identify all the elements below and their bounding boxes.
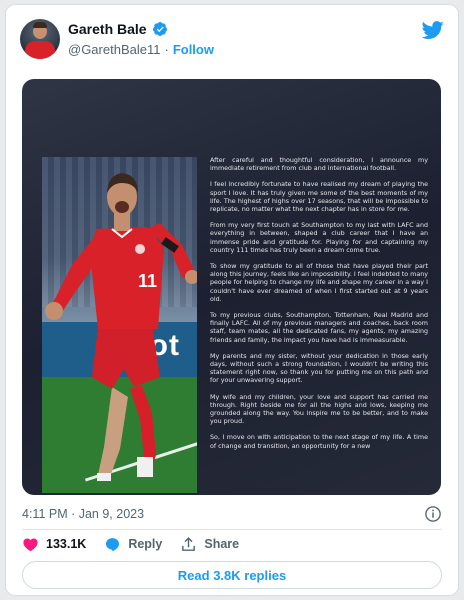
reply-label: Reply: [128, 537, 163, 551]
statement-paragraph: I feel incredibly fortunate to have real…: [210, 181, 428, 214]
follow-button[interactable]: Follow: [173, 42, 214, 57]
reply-icon: [106, 537, 120, 551]
avatar[interactable]: [20, 19, 60, 59]
author-name-row: Gareth Bale: [68, 21, 168, 37]
statement-paragraph: After careful and thoughtful considerati…: [210, 157, 428, 173]
statement-paragraph: From my very first touch at Southampton …: [210, 222, 428, 254]
tweet-media-image[interactable]: sot 11 After careful and thoughtful cons…: [22, 79, 441, 495]
statement-paragraph: So, I move on with anticipation to the n…: [210, 434, 428, 450]
action-bar: 133.1K Reply Share: [22, 533, 257, 555]
avatar-hair: [33, 22, 47, 28]
author-name[interactable]: Gareth Bale: [68, 21, 147, 37]
reply-button[interactable]: Reply: [104, 536, 162, 553]
info-icon[interactable]: [424, 505, 442, 523]
statement-paragraph: My parents and my sister, without your d…: [210, 352, 428, 385]
separator-dot: ·: [164, 42, 169, 57]
divider: [22, 529, 442, 530]
player-photo: sot 11: [42, 157, 197, 493]
like-button[interactable]: 133.1K: [22, 536, 86, 553]
read-replies-button[interactable]: Read 3.8K replies: [22, 561, 442, 589]
retirement-statement: After careful and thoughtful considerati…: [210, 157, 428, 459]
share-label: Share: [204, 537, 240, 551]
celebrating-player: 11: [45, 173, 197, 481]
avatar-shirt: [25, 41, 55, 59]
like-count: 133.1K: [46, 537, 87, 551]
share-icon: [182, 536, 196, 551]
twitter-bird-icon[interactable]: [422, 19, 444, 41]
verified-badge-icon: [152, 22, 167, 36]
jersey-number: 11: [138, 271, 157, 291]
author-handle[interactable]: @GarethBale11: [68, 42, 160, 57]
statement-paragraph: To my previous clubs, Southampton, Totte…: [210, 312, 428, 344]
tweet-meta: 4:11 PM · Jan 9, 2023: [22, 505, 442, 525]
tweet-card: Gareth Bale @GarethBale11 · Follow sot 1…: [5, 4, 459, 596]
heart-icon: [23, 537, 38, 551]
statement-paragraph: To show my gratitude to all of those tha…: [210, 263, 429, 303]
statement-paragraph: My wife and my children, your love and s…: [210, 393, 428, 426]
author-handle-row: @GarethBale11 · Follow: [68, 42, 214, 57]
share-button[interactable]: Share: [180, 536, 239, 553]
tweet-timestamp[interactable]: 4:11 PM · Jan 9, 2023: [22, 507, 144, 521]
